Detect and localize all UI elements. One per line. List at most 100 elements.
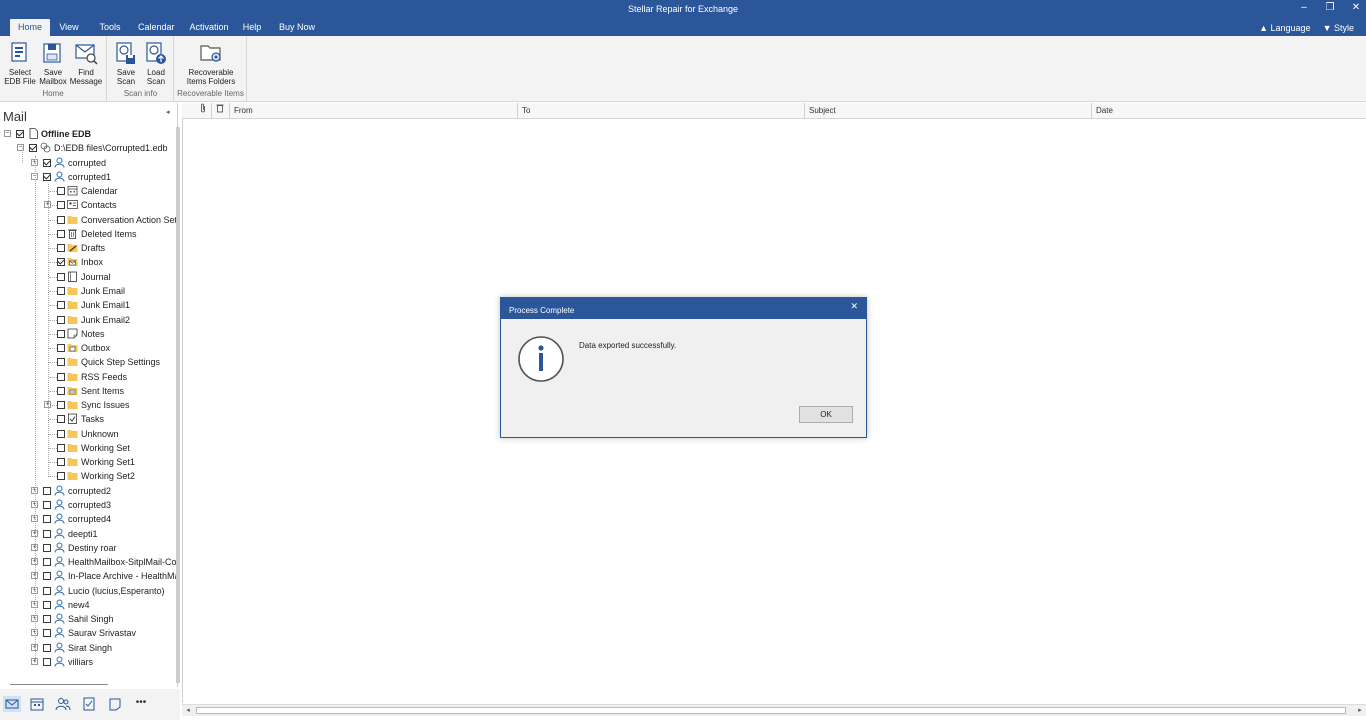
- folder-outbox[interactable]: Outbox: [0, 341, 176, 355]
- dialog-close-button[interactable]: ✕: [850, 301, 858, 312]
- folder-sent-items[interactable]: Sent Items: [0, 384, 176, 398]
- tree-checkbox[interactable]: [57, 286, 65, 295]
- scroll-thumb[interactable]: [196, 707, 1346, 714]
- scroll-right-icon[interactable]: ▸: [1354, 705, 1366, 716]
- folder-conversation-action-sett[interactable]: Conversation Action Sett: [0, 213, 176, 227]
- more-nav-button[interactable]: •••: [131, 696, 151, 712]
- folder-sync-issues[interactable]: + Sync Issues: [0, 398, 176, 412]
- folder-quick-step-settings[interactable]: Quick Step Settings: [0, 355, 176, 369]
- tree-checkbox[interactable]: [43, 158, 51, 167]
- collapse-icon[interactable]: −: [4, 130, 11, 137]
- folder-calendar[interactable]: Calendar: [0, 184, 176, 198]
- folder-tasks[interactable]: Tasks: [0, 412, 176, 426]
- tree-checkbox[interactable]: [43, 529, 51, 538]
- recoverable-folders-button[interactable]: Recoverable Items Folders: [180, 40, 242, 86]
- tree-checkbox[interactable]: [43, 486, 51, 495]
- tree-checkbox[interactable]: [57, 386, 65, 395]
- tree-checkbox[interactable]: [57, 187, 65, 196]
- mailbox-corrupted3[interactable]: + corrupted3: [0, 498, 176, 512]
- tree-checkbox[interactable]: [57, 344, 65, 353]
- tree-checkbox[interactable]: [57, 443, 65, 452]
- mailbox-corrupted4[interactable]: + corrupted4: [0, 512, 176, 526]
- tree-checkbox[interactable]: [43, 543, 51, 552]
- mailbox-lucio-lucius-esperanto-[interactable]: + Lucio (lucius,Esperanto): [0, 584, 176, 598]
- date-column[interactable]: Date: [1092, 103, 1366, 119]
- close-button[interactable]: ✕: [1349, 2, 1363, 13]
- mailbox-villiars[interactable]: + villiars: [0, 655, 176, 669]
- tree-checkbox[interactable]: [57, 415, 65, 424]
- contacts-nav-button[interactable]: [54, 696, 72, 712]
- tree-checkbox[interactable]: [57, 215, 65, 224]
- tree-checkbox[interactable]: [57, 472, 65, 481]
- horizontal-scrollbar[interactable]: ◂ ▸: [182, 704, 1366, 716]
- tree-node-root[interactable]: − Offline EDB: [0, 127, 176, 141]
- tree-checkbox[interactable]: [43, 629, 51, 638]
- load-scan-button[interactable]: Load Scan: [139, 40, 173, 86]
- attachment-column[interactable]: [195, 103, 212, 119]
- folder-drafts[interactable]: Drafts: [0, 241, 176, 255]
- tree-checkbox[interactable]: [57, 301, 65, 310]
- tree-checkbox[interactable]: [57, 244, 65, 253]
- tree-checkbox[interactable]: [57, 229, 65, 238]
- tree-checkbox[interactable]: [57, 429, 65, 438]
- style-menu[interactable]: ▼ Style: [1323, 23, 1360, 33]
- tree-checkbox[interactable]: [57, 315, 65, 324]
- ok-button[interactable]: OK: [799, 406, 853, 423]
- mailbox-destiny-roar[interactable]: + Destiny roar: [0, 541, 176, 555]
- calendar-nav-button[interactable]: [28, 696, 46, 712]
- root-checkbox[interactable]: [16, 130, 24, 138]
- tasks-nav-button[interactable]: [80, 696, 98, 712]
- tree-checkbox[interactable]: [43, 558, 51, 567]
- folder-inbox[interactable]: Inbox: [0, 255, 176, 269]
- folder-junk-email2[interactable]: Junk Email2: [0, 313, 176, 327]
- scroll-left-icon[interactable]: ◂: [182, 705, 194, 716]
- tree-checkbox[interactable]: [57, 372, 65, 381]
- tree-checkbox[interactable]: [43, 501, 51, 510]
- folder-notes[interactable]: Notes: [0, 327, 176, 341]
- tree-checkbox[interactable]: [43, 600, 51, 609]
- folder-working-set1[interactable]: Working Set1: [0, 455, 176, 469]
- folder-deleted-items[interactable]: Deleted Items: [0, 227, 176, 241]
- tree-checkbox[interactable]: [43, 586, 51, 595]
- notes-nav-button[interactable]: [106, 696, 124, 712]
- mailbox-corrupted1[interactable]: − corrupted1: [0, 170, 176, 184]
- select-edb-button[interactable]: Select EDB File: [3, 40, 37, 86]
- edb-checkbox[interactable]: [29, 144, 37, 152]
- mailbox-healthmailbox-sitplmail-cor[interactable]: + HealthMailbox-SitplMail-Cor: [0, 555, 176, 569]
- collapse-pane-button[interactable]: ◂: [166, 108, 170, 116]
- folder-journal[interactable]: Journal: [0, 270, 176, 284]
- folder-working-set2[interactable]: Working Set2: [0, 469, 176, 483]
- to-column[interactable]: To: [518, 103, 805, 119]
- restore-button[interactable]: ❐: [1323, 2, 1337, 13]
- tree-checkbox[interactable]: [43, 657, 51, 666]
- tab-view[interactable]: View: [58, 19, 80, 36]
- tree-checkbox[interactable]: [43, 572, 51, 581]
- mailbox-sahil-singh[interactable]: + Sahil Singh: [0, 612, 176, 626]
- mailbox-sirat-singh[interactable]: + Sirat Singh: [0, 641, 176, 655]
- tree-checkbox[interactable]: [43, 615, 51, 624]
- tab-calendar[interactable]: Calendar: [138, 19, 175, 36]
- mailbox-in-place-archive-healthmai[interactable]: + In-Place Archive - HealthMai: [0, 569, 176, 583]
- tree-checkbox[interactable]: [57, 329, 65, 338]
- tree-checkbox[interactable]: [57, 258, 65, 267]
- mailbox-corrupted[interactable]: + corrupted: [0, 156, 176, 170]
- find-message-button[interactable]: Find Message: [69, 40, 103, 86]
- tree-checkbox[interactable]: [43, 643, 51, 652]
- language-menu[interactable]: ▲ Language: [1259, 23, 1316, 33]
- tab-buy-now[interactable]: Buy Now: [279, 19, 315, 36]
- tree-checkbox[interactable]: [43, 172, 51, 181]
- tree-scrollbar[interactable]: [176, 127, 180, 683]
- mailbox-saurav-srivastav[interactable]: + Saurav Srivastav: [0, 626, 176, 640]
- folder-junk-email1[interactable]: Junk Email1: [0, 298, 176, 312]
- tree-checkbox[interactable]: [43, 515, 51, 524]
- folder-working-set[interactable]: Working Set: [0, 441, 176, 455]
- tree-node-edb[interactable]: − D:\EDB files\Corrupted1.edb: [0, 141, 176, 155]
- tab-help[interactable]: Help: [242, 19, 262, 36]
- save-scan-button[interactable]: Save Scan: [109, 40, 143, 86]
- tree-checkbox[interactable]: [57, 358, 65, 367]
- tab-home[interactable]: Home: [10, 19, 50, 36]
- delete-column[interactable]: [212, 103, 230, 119]
- tab-activation[interactable]: Activation: [188, 19, 230, 36]
- mail-nav-button[interactable]: [3, 696, 21, 712]
- tree-checkbox[interactable]: [57, 201, 65, 210]
